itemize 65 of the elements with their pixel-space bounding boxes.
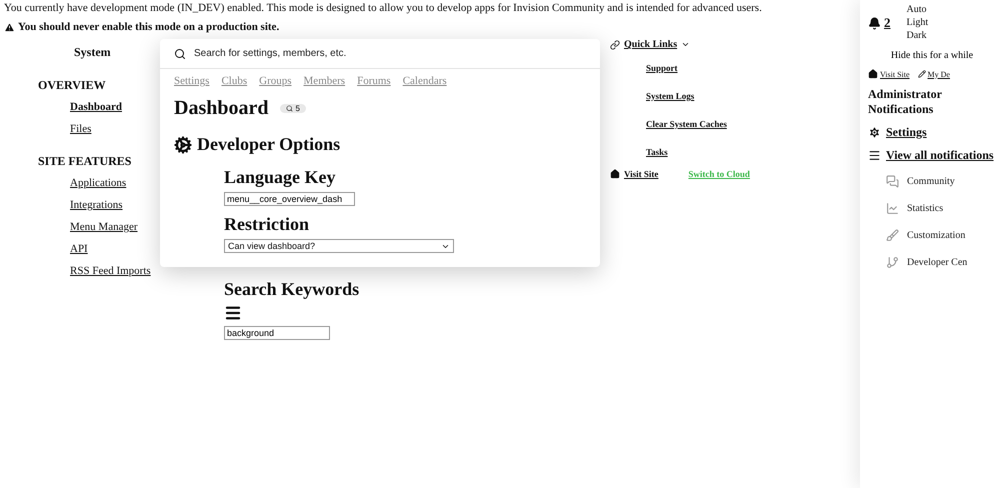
nav-link[interactable]: API <box>70 243 88 255</box>
search-field[interactable]: Search for settings, members, etc. <box>192 47 586 60</box>
search-icon <box>174 48 186 60</box>
dev-mode-message: You currently have development mode (IN_DEV) enabled. This mode is designed to allow you to develop apps for Invision Community and is intended for advanced users. <box>4 2 763 15</box>
input-field[interactable]: menu__core_overview_dash <box>224 192 355 206</box>
result-count: 5 <box>280 104 306 113</box>
nav-link[interactable]: Menu Manager <box>70 221 138 233</box>
quick-link[interactable]: System Logs <box>646 91 694 101</box>
notifications-title: Administrator Notifications <box>868 87 943 117</box>
app-link[interactable]: Statistics <box>886 202 944 215</box>
line-chart-icon <box>886 202 899 215</box>
menu-icon[interactable] <box>224 304 242 322</box>
nav-link[interactable]: Dashboard <box>70 101 122 113</box>
input-field[interactable]: background <box>224 326 330 340</box>
nav-link[interactable]: Files <box>70 123 92 135</box>
chat-bubbles-icon <box>886 175 899 188</box>
notification-count[interactable]: 2 <box>868 15 890 31</box>
list-icon <box>868 149 881 162</box>
sidebar-title: System <box>73 45 112 60</box>
settings-link[interactable]: Settings <box>868 125 996 140</box>
pencil-icon <box>918 70 926 78</box>
link-icon <box>610 40 620 50</box>
view-all-link[interactable]: View all notifications <box>868 148 996 163</box>
quick-link[interactable]: Tasks <box>646 147 668 157</box>
theme-option[interactable]: Auto <box>906 4 928 16</box>
quick-link[interactable]: Clear System Caches <box>646 119 727 129</box>
page-title: Dashboard <box>174 97 268 120</box>
search-tab[interactable]: Forums <box>357 75 391 87</box>
app-link[interactable]: Developer Cen <box>886 256 968 269</box>
home-icon <box>868 69 878 79</box>
field-label: Search Keywords <box>224 279 360 300</box>
restriction-select[interactable]: Can view dashboard? <box>224 239 454 253</box>
theme-option[interactable]: Light <box>906 17 928 29</box>
hide-button[interactable]: Hide this for a while <box>868 50 996 61</box>
user-link[interactable]: Visit Site <box>868 69 910 79</box>
section-title: Developer Options <box>197 134 340 155</box>
quick-links-menu[interactable]: Quick Links <box>610 39 690 50</box>
nav-section-label: SITE FEATURES <box>37 154 132 169</box>
app-link[interactable]: Community <box>886 175 955 188</box>
bell-icon <box>868 16 881 30</box>
user-link[interactable]: My De <box>918 70 950 78</box>
header-link[interactable]: Visit Site <box>610 169 658 179</box>
branch-icon <box>886 256 899 269</box>
theme-option[interactable]: Dark <box>906 30 928 42</box>
nav-link[interactable]: Integrations <box>70 199 123 211</box>
warning-message: You should never enable this mode on a production site. <box>4 21 856 33</box>
gear-icon <box>174 136 192 154</box>
app-link[interactable]: Customization <box>886 229 966 242</box>
quick-link[interactable]: Support <box>646 63 678 73</box>
settings-icon <box>868 126 881 139</box>
nav-link[interactable]: Applications <box>70 177 126 189</box>
search-tab[interactable]: Calendars <box>402 75 447 87</box>
warning-icon <box>4 22 15 32</box>
search-icon <box>286 105 294 112</box>
chevron-icon <box>681 40 690 49</box>
nav-link[interactable]: RSS Feed Imports <box>70 265 151 277</box>
search-tab[interactable]: Settings <box>174 75 210 87</box>
home-icon <box>610 169 620 179</box>
search-tab[interactable]: Members <box>304 75 346 87</box>
field-label: Language Key <box>224 167 337 188</box>
field-label: Restriction <box>224 214 310 235</box>
search-tab[interactable]: Groups <box>259 75 292 87</box>
brush-icon <box>886 229 899 242</box>
nav-section-label: OVERVIEW <box>37 78 107 93</box>
search-tab[interactable]: Clubs <box>221 75 248 87</box>
